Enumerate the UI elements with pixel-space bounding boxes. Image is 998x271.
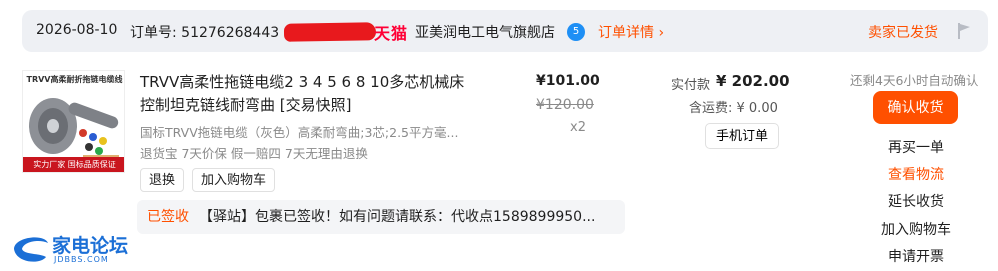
tmall-logo: 天猫 <box>374 24 409 43</box>
quantity: x2 <box>570 120 586 135</box>
shipping-fee: 含运费: ¥ 0.00 <box>689 101 778 116</box>
add-to-cart-button[interactable]: 加入购物车 <box>192 168 276 192</box>
confirm-receipt-button[interactable]: 确认收货 <box>873 91 958 124</box>
apply-invoice-link[interactable]: 申请开票 <box>872 246 960 266</box>
unit-price: ¥101.00 <box>536 73 600 89</box>
original-price: ¥120.00 <box>536 97 594 113</box>
seller-status: 卖家已发货 <box>868 25 938 41</box>
view-logistics-link[interactable]: 查看物流 <box>872 164 960 184</box>
service-promises: 退货宝 7天价保 假一赔四 7天无理由退换 <box>140 146 368 161</box>
order-detail-link[interactable]: 订单详情 › <box>598 22 664 42</box>
paid-amount: ¥ 202.00 <box>716 72 790 90</box>
site-watermark: 家电论坛 JDBBS.COM <box>8 229 138 269</box>
watermark-logo-icon <box>14 237 48 262</box>
order-number: 订单号: 51276268443 <box>130 25 280 41</box>
order-header: 2026-08-10 订单号: 51276268443 天猫 亚美润电工电气旗舰… <box>22 10 988 52</box>
watermark-title: 家电论坛 <box>52 235 129 257</box>
logistics-bar[interactable]: 已签收 【驿站】包裹已签收！如有问题请联系：代收点1589899950... <box>137 200 625 234</box>
extend-receipt-link[interactable]: 延长收货 <box>872 191 960 211</box>
buy-again-link[interactable]: 再买一单 <box>872 137 960 157</box>
flag-icon[interactable] <box>956 22 972 40</box>
redaction-mark <box>283 22 377 42</box>
shop-name-link[interactable]: 亚美润电工电气旗舰店 <box>415 22 555 42</box>
thumbnail-caption-bottom: 实力厂家 国标品质保证 <box>23 157 124 172</box>
auto-confirm-countdown: 还剩4天6小时自动确认 <box>850 73 979 88</box>
logistics-status: 已签收 <box>147 209 189 225</box>
product-thumbnail[interactable]: TRVV高柔耐折拖链电缆线 实力厂家 国标品质保证 <box>22 70 125 173</box>
watermark-subtitle: JDBBS.COM <box>54 255 109 264</box>
add-to-cart-link[interactable]: 加入购物车 <box>872 219 960 239</box>
product-title-link[interactable]: TRVV高柔性拖链电缆2 3 4 5 6 8 10多芯机械床控制坦克链线耐弯曲 … <box>140 71 470 117</box>
shop-chat-icon[interactable]: 5 <box>567 23 585 41</box>
paid-label: 实付款 <box>671 78 711 93</box>
logistics-text: 【驿站】包裹已签收！如有问题请联系：代收点1589899950... <box>199 209 596 225</box>
product-spec: 国标TRVV拖链电缆（灰色）高柔耐弯曲;3芯;2.5平方毫... <box>140 125 459 140</box>
return-button[interactable]: 退换 <box>140 168 185 192</box>
order-date: 2026-08-10 <box>36 22 118 38</box>
mobile-order-button[interactable]: 手机订单 <box>705 123 780 149</box>
